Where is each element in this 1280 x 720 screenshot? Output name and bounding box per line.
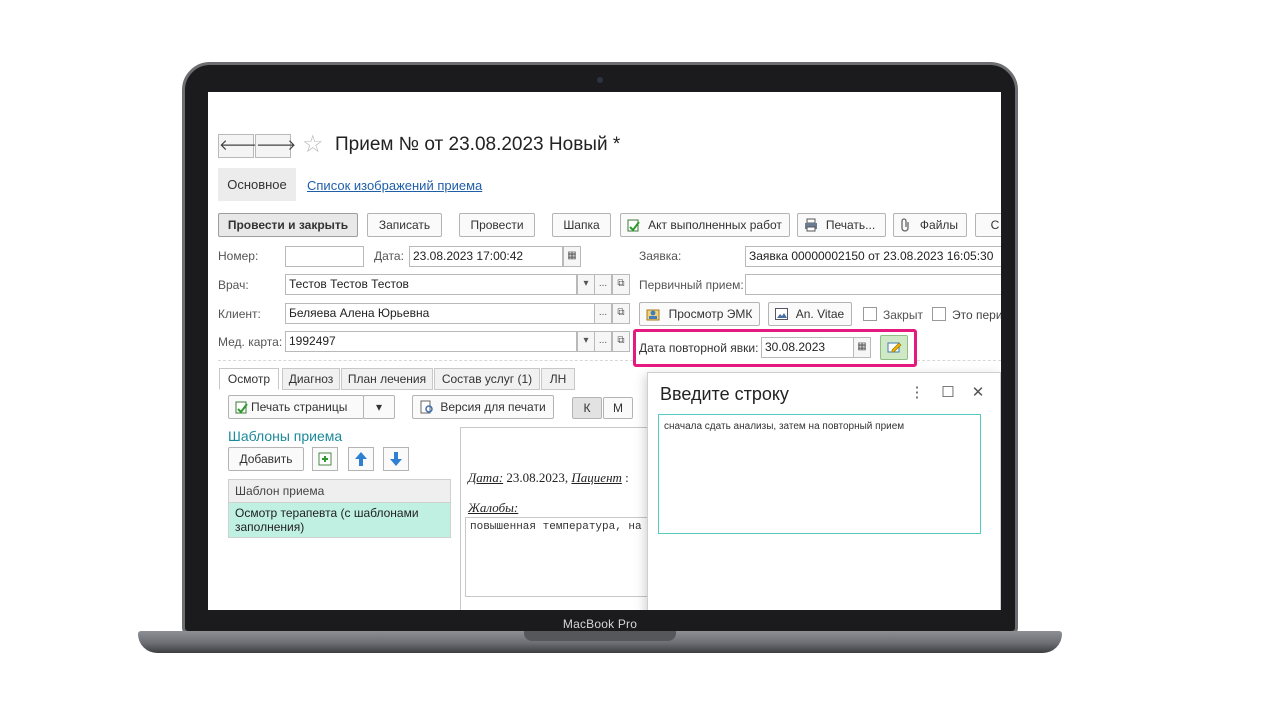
print-button[interactable]: Печать... [797,213,886,237]
print-pages-button[interactable]: Печать страницы [228,395,364,419]
peri-checkbox[interactable] [932,307,946,321]
med-card-dropdown-icon[interactable]: ▾ [577,331,595,352]
tab-exam[interactable]: Осмотр [219,368,279,390]
move-up-icon[interactable] [348,447,374,471]
edit-note-icon [887,341,902,354]
laptop-notch [524,631,676,641]
calendar-icon[interactable]: ▦ [563,246,581,267]
complaints-label: Жалобы: [468,500,519,515]
dialog-close-icon[interactable]: ✕ [969,383,987,403]
number-field[interactable] [285,246,364,267]
tab-treatment-plan[interactable]: План лечения [341,368,433,390]
files-label: Файлы [919,218,959,232]
doc-complaints-line: Жалобы: [468,500,518,516]
doc-date-line: Дата: 23.08.2023, Пациент : [468,470,629,486]
form-separator [218,360,633,361]
doctor-label: Врач: [218,278,249,292]
date-field[interactable]: 23.08.2023 17:00:42 [409,246,563,267]
client-field[interactable]: Беляева Алена Юрьевна [285,303,595,324]
tab-sick-leave[interactable]: ЛН [541,368,575,390]
primary-visit-field[interactable] [745,274,1001,295]
post-and-close-button[interactable]: Провести и закрыть [218,213,358,237]
dialog-menu-icon[interactable]: ⋮ [908,383,926,403]
add-item-icon[interactable] [312,447,338,471]
number-label: Номер: [218,249,259,263]
act-button[interactable]: Акт выполненных работ [620,213,790,237]
client-select-button[interactable]: ... [594,303,612,324]
table-row[interactable]: Осмотр терапевта (с шаблонами заполнения… [228,503,451,538]
print-label: Печать... [825,218,876,232]
add-template-button[interactable]: Добавить [228,447,304,471]
files-button[interactable]: Файлы [893,213,967,237]
dialog-text-input[interactable]: сначала сдать анализы, затем на повторны… [658,414,981,534]
primary-visit-label: Первичный прием: [639,278,744,292]
back-button[interactable]: 🡐 [218,134,259,158]
print-pages-icon [235,400,249,414]
view-emk-button[interactable]: Просмотр ЭМК [639,302,760,326]
an-vitae-label: An. Vitae [795,307,845,321]
laptop-brand-label: MacBook Pro [562,617,638,631]
request-field[interactable]: Заявка 00000002150 от 23.08.2023 16:05:3… [745,246,1001,267]
header-button[interactable]: Шапка [552,213,611,237]
printer-icon [804,218,818,232]
doctor-dropdown-icon[interactable]: ▾ [577,274,595,295]
favorite-star-icon[interactable]: ☆ [302,132,324,158]
client-open-icon[interactable]: ⧉ [612,303,630,324]
revisit-edit-button[interactable] [880,335,908,360]
print-pages-label: Печать страницы [251,400,348,414]
form-separator-right [917,360,1001,361]
print-version-button[interactable]: Версия для печати [412,395,554,419]
complaints-text[interactable]: повышенная температура, на [465,517,655,597]
tab-images-link[interactable]: Список изображений приема [307,178,482,193]
doc-patient-rest: : [625,470,629,485]
revisit-calendar-icon[interactable]: ▦ [853,337,871,358]
med-card-open-icon[interactable]: ⧉ [612,331,630,352]
med-card-label: Мед. карта: [218,335,283,349]
templates-title: Шаблоны приема [228,428,343,444]
doctor-open-icon[interactable]: ⧉ [612,274,630,295]
doctor-field[interactable]: Тестов Тестов Тестов [285,274,577,295]
tab-services[interactable]: Состав услуг (1) [434,368,540,390]
patient-card-icon [646,307,660,321]
camera-icon [597,77,603,83]
forward-button[interactable]: 🡒 [255,134,296,158]
revisit-date-field[interactable]: 30.08.2023 [761,337,854,358]
doc-patient-label: Пациент [571,470,622,485]
app-screen: 🡐 🡒 ☆ Прием № от 23.08.2023 Новый * Осно… [208,92,1001,610]
tab-main[interactable]: Основное [218,168,296,201]
input-string-dialog: Введите строку ⋮ ☐ ✕ сначала сдать анали… [647,372,1001,610]
revisit-date-label: Дата повторной явки: [639,341,759,355]
request-label: Заявка: [639,249,682,263]
tab-diagnosis[interactable]: Диагноз [282,368,340,390]
image-icon [775,308,788,320]
save-button[interactable]: Записать [367,213,442,237]
print-pages-dropdown-icon[interactable]: ▾ [363,395,395,419]
k-toggle-button[interactable]: К [572,397,602,419]
paperclip-icon [900,218,912,232]
act-icon [627,218,641,232]
m-toggle-button[interactable]: М [603,397,633,419]
peri-label: Это пери [952,308,1001,322]
act-label: Акт выполненных работ [648,218,782,232]
print-preview-icon [420,400,434,414]
view-emk-label: Просмотр ЭМК [668,307,753,321]
doctor-select-button[interactable]: ... [594,274,612,295]
more-toolbar-button[interactable]: С [975,213,1001,237]
move-down-icon[interactable] [383,447,409,471]
closed-label: Закрыт [883,308,923,322]
med-card-field[interactable]: 1992497 [285,331,577,352]
doc-date-label: Дата: [468,470,504,485]
closed-checkbox[interactable] [863,307,877,321]
page-title: Прием № от 23.08.2023 Новый * [335,134,621,155]
med-card-select-button[interactable]: ... [594,331,612,352]
an-vitae-button[interactable]: An. Vitae [768,302,852,326]
print-version-label: Версия для печати [440,400,546,414]
dialog-title: Введите строку [660,384,789,404]
client-label: Клиент: [218,307,261,321]
doc-date-value: 23.08.2023, [503,470,569,485]
templates-grid-header: Шаблон приема [228,479,451,503]
date-label: Дата: [374,249,404,263]
post-button[interactable]: Провести [459,213,535,237]
dialog-maximize-icon[interactable]: ☐ [939,383,957,403]
